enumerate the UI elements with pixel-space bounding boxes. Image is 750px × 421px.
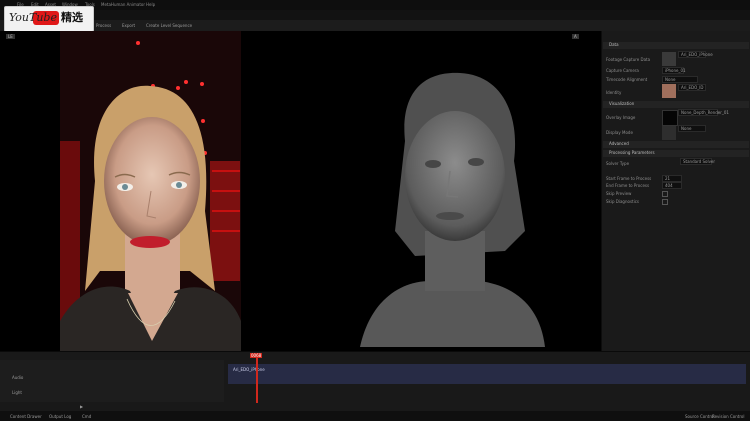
menu-bar: File Edit Asset Window Tools MetaHuman A… — [0, 0, 750, 10]
timecode-label: Timecode Alignment — [606, 77, 648, 82]
cmd-button[interactable]: Cmd — [82, 414, 91, 419]
timeline-clip[interactable] — [228, 364, 746, 384]
display-mode-dropdown[interactable]: None — [678, 125, 706, 132]
section-advanced[interactable]: Advanced — [603, 141, 749, 148]
viewport-badge-left[interactable]: LE — [6, 34, 15, 39]
watermark-brand: YouTube — [9, 11, 57, 24]
play-icon[interactable]: ▶ — [80, 404, 83, 409]
menu-metahuman[interactable]: MetaHuman Animator — [101, 2, 145, 7]
end-frame-input[interactable]: 404 — [662, 182, 682, 189]
skip-diagnostics-checkbox[interactable] — [662, 199, 668, 205]
watermark-suffix: 精选 — [61, 11, 83, 24]
section-processing[interactable]: Processing Parameters — [603, 150, 749, 157]
overlay-thumbnail — [662, 110, 678, 126]
identity-thumbnail — [662, 84, 676, 98]
track-list — [0, 360, 224, 402]
track-light[interactable]: Light — [12, 390, 22, 395]
playhead[interactable] — [256, 357, 258, 403]
identity-value[interactable]: Ari_EDO_ID — [678, 84, 706, 91]
section-data-label: Data — [609, 42, 619, 47]
capture-camera-label: Capture Camera — [606, 68, 639, 73]
playhead-time: 0068 — [250, 353, 263, 358]
footage-label: Footage Capture Data — [606, 57, 651, 62]
process-button[interactable]: Process — [96, 23, 111, 28]
section-advanced-label: Advanced — [609, 141, 629, 146]
identity-label: Identity — [606, 90, 622, 95]
display-mode-label: Display Mode — [606, 130, 633, 135]
skip-preview-checkbox[interactable] — [662, 191, 668, 197]
capture-camera-value[interactable]: iPhone_01 — [662, 67, 686, 74]
status-bar: Content Drawer Output Log Cmd Source Con… — [0, 411, 750, 421]
timecode-dropdown[interactable]: None — [662, 76, 698, 83]
menu-help[interactable]: Help — [146, 2, 155, 7]
overlay-image-value[interactable]: None_Depth_Render_01 — [678, 109, 729, 116]
depth-mesh-image — [360, 72, 545, 347]
solver-dropdown[interactable]: Standard Solver — [680, 158, 715, 165]
skip-preview-label: Skip Preview — [606, 191, 632, 196]
footage-image — [60, 31, 241, 359]
footage-viewport[interactable]: LE — [0, 31, 300, 359]
source-control-button[interactable]: Source Control — [685, 414, 714, 419]
depth-viewport[interactable]: A — [300, 31, 601, 351]
section-visualization[interactable]: Visualization — [603, 101, 749, 108]
start-frame-label: Start Frame to Process — [606, 176, 652, 181]
start-frame-input[interactable]: 21 — [662, 175, 682, 182]
export-button[interactable]: Export — [122, 23, 135, 28]
footage-thumbnail — [662, 52, 676, 66]
overlay-image-label: Overlay Image — [606, 115, 636, 120]
youtube-watermark: YouTube 精选 — [4, 6, 94, 32]
section-visualization-label: Visualization — [609, 101, 635, 106]
clip-label: Ari_EDO_iPhone — [233, 367, 265, 372]
content-drawer-button[interactable]: Content Drawer — [10, 414, 42, 419]
revision-control-button[interactable]: Revision Control — [712, 414, 744, 419]
create-level-sequence-button[interactable]: Create Level Sequence — [146, 23, 192, 28]
transport-controls[interactable]: ▶ — [80, 404, 150, 410]
tab-bar: Ari_EDO_Performance Ari_EDO_ID — [0, 10, 750, 29]
viewport-badge-a[interactable]: A — [572, 34, 579, 39]
solver-label: Solver Type — [606, 161, 630, 166]
toolbar: Process Export Create Level Sequence — [0, 20, 750, 31]
display-mode-thumbnail — [662, 126, 676, 140]
section-processing-label: Processing Parameters — [609, 150, 655, 155]
track-audio[interactable]: Audio — [12, 375, 23, 380]
section-data[interactable]: Data — [603, 42, 749, 49]
end-frame-label: End Frame to Process — [606, 183, 650, 188]
output-log-button[interactable]: Output Log — [49, 414, 71, 419]
skip-diagnostics-label: Skip Diagnostics — [606, 199, 639, 204]
footage-value[interactable]: Ari_EDO_iPhone — [678, 51, 713, 58]
